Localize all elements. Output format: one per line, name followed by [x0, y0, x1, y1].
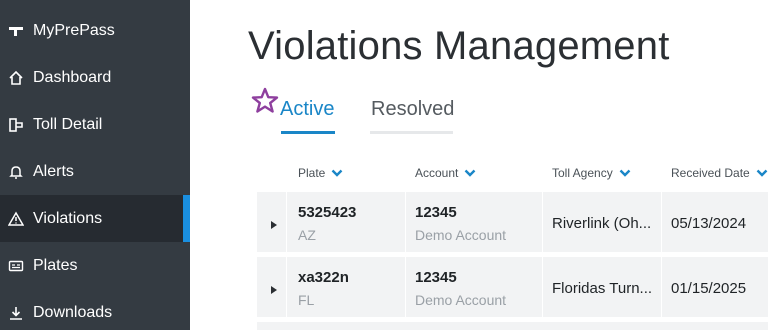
sidebar-item-label: Plates: [33, 256, 78, 274]
plate-number: xa322n: [298, 269, 349, 286]
toll-detail-icon: [7, 116, 25, 134]
bell-icon: [7, 163, 25, 181]
received-date: 01/15/2025: [671, 280, 747, 297]
account-name: Demo Account: [415, 292, 507, 308]
warning-icon: [7, 210, 25, 228]
column-header-label: Received Date: [671, 166, 750, 180]
column-header-label: Plate: [298, 166, 326, 180]
tab-active[interactable]: Active: [280, 98, 334, 121]
column-header-label: Account: [415, 166, 459, 180]
plate-number: 5325423: [298, 204, 357, 221]
column-header-label: Toll Agency: [552, 166, 613, 180]
sidebar-item-alerts[interactable]: Alerts: [0, 148, 190, 195]
toll-agency: Riverlink (Oh...: [552, 215, 652, 232]
sidebar-item-label: Toll Detail: [33, 115, 103, 133]
chevron-down-icon: [465, 169, 476, 177]
sidebar-item-downloads[interactable]: Downloads: [0, 289, 190, 330]
toll-agency: Floridas Turn...: [552, 280, 653, 297]
tab-active-indicator: [281, 131, 335, 134]
sidebar-item-violations[interactable]: Violations: [0, 195, 190, 242]
column-header-received-date[interactable]: Received Date: [671, 166, 768, 180]
sidebar-item-label: Violations: [33, 209, 103, 227]
download-icon: [7, 304, 25, 322]
chevron-down-icon: [619, 169, 631, 177]
home-icon: [7, 69, 25, 87]
sidebar-item-toll-detail[interactable]: Toll Detail: [0, 101, 190, 148]
sidebar-item-label: Downloads: [33, 303, 113, 321]
plate-icon: [7, 257, 25, 275]
chevron-down-icon: [756, 169, 768, 177]
sidebar-item-plates[interactable]: Plates: [0, 242, 190, 289]
sidebar-item-dashboard[interactable]: Dashboard: [0, 54, 190, 101]
star-icon: [251, 87, 279, 113]
column-header-account[interactable]: Account: [415, 166, 476, 180]
brand-icon: [7, 22, 25, 40]
tab-resolved[interactable]: Resolved: [371, 98, 454, 121]
chevron-down-icon: [332, 169, 343, 177]
column-header-plate[interactable]: Plate: [298, 166, 343, 180]
sidebar-item-myprepass[interactable]: MyPrePass: [0, 7, 190, 54]
table-row[interactable]: [257, 322, 768, 330]
account-number: 12345: [415, 204, 457, 221]
tab-resolved-indicator: [370, 131, 453, 134]
account-number: 12345: [415, 269, 457, 286]
sidebar: MyPrePass Dashboard Toll Detail Alerts V…: [0, 0, 190, 330]
sidebar-item-label: Dashboard: [33, 68, 112, 86]
column-header-toll-agency[interactable]: Toll Agency: [552, 166, 631, 180]
sidebar-item-label: Alerts: [33, 162, 74, 180]
sidebar-item-label: MyPrePass: [33, 21, 115, 39]
account-name: Demo Account: [415, 227, 507, 243]
row-expand-toggle[interactable]: [271, 286, 277, 294]
received-date: 05/13/2024: [671, 215, 747, 232]
page-title: Violations Management: [248, 24, 670, 68]
row-expand-toggle[interactable]: [271, 221, 277, 229]
plate-state: AZ: [298, 227, 316, 243]
plate-state: FL: [298, 292, 315, 308]
